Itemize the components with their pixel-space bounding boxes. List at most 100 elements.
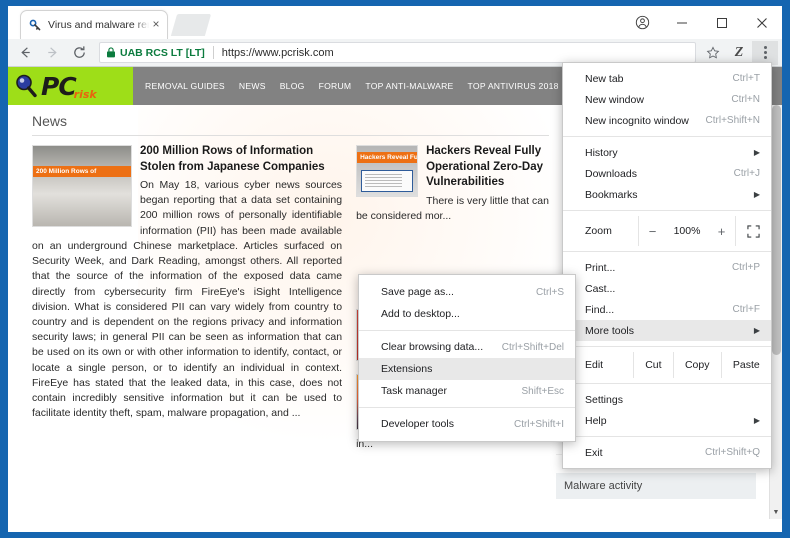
cut-button[interactable]: Cut: [633, 352, 673, 378]
menu-item-bookmarks[interactable]: Bookmarks ▶: [563, 184, 771, 205]
menu-item-label: Extensions: [381, 363, 564, 375]
back-button[interactable]: [12, 41, 39, 65]
profile-icon[interactable]: [622, 6, 662, 39]
browser-tab[interactable]: Virus and malware remov ×: [20, 10, 168, 39]
menu-item-accelerator: Ctrl+N: [731, 94, 760, 105]
extension-label: Z: [735, 45, 744, 61]
submenu-item-clear-browsing-data[interactable]: Clear browsing data... Ctrl+Shift+Del: [359, 336, 575, 358]
nav-item-forum[interactable]: FORUM: [319, 81, 352, 91]
menu-item-label: Developer tools: [381, 418, 514, 430]
magnifier-icon: [14, 73, 40, 99]
close-window-button[interactable]: [742, 6, 782, 39]
address-bar[interactable]: UAB RCS LT [LT] https://www.pcrisk.com: [99, 42, 696, 63]
sidebar-section-title: Malware activity: [556, 473, 756, 499]
menu-item-accelerator: Ctrl+Shift+N: [706, 115, 760, 126]
menu-item-label: Help: [585, 415, 748, 427]
menu-item-accelerator: Ctrl+F: [733, 304, 761, 315]
chevron-right-icon: ▶: [754, 326, 760, 335]
more-tools-submenu: Save page as... Ctrl+S Add to desktop...…: [358, 274, 576, 442]
url-text: https://www.pcrisk.com: [222, 47, 334, 59]
thumbnail-inner-graphic: [361, 170, 413, 192]
chrome-main-menu: New tab Ctrl+T New window Ctrl+N New inc…: [562, 62, 772, 469]
paste-button[interactable]: Paste: [721, 352, 771, 378]
menu-separator: [359, 407, 575, 408]
menu-item-label: Downloads: [585, 168, 734, 180]
submenu-item-save-page-as[interactable]: Save page as... Ctrl+S: [359, 281, 575, 303]
menu-item-label: New incognito window: [585, 115, 706, 127]
menu-item-label: Clear browsing data...: [381, 341, 502, 353]
nav-item-blog[interactable]: BLOG: [280, 81, 305, 91]
submenu-item-add-to-desktop[interactable]: Add to desktop...: [359, 303, 575, 325]
menu-item-label: History: [585, 147, 748, 159]
menu-item-cast[interactable]: Cast...: [563, 278, 771, 299]
close-icon[interactable]: ×: [149, 18, 163, 32]
menu-item-label: Exit: [585, 447, 705, 459]
pcrisk-logo[interactable]: PC risk: [8, 67, 133, 105]
extension-icon[interactable]: Z: [726, 41, 752, 65]
menu-separator: [563, 436, 771, 437]
window-controls: [622, 6, 782, 39]
menu-item-find[interactable]: Find... Ctrl+F: [563, 299, 771, 320]
menu-item-new-incognito-window[interactable]: New incognito window Ctrl+Shift+N: [563, 110, 771, 131]
nav-item-news[interactable]: NEWS: [239, 81, 266, 91]
menu-separator: [563, 251, 771, 252]
zoom-out-button[interactable]: −: [639, 224, 666, 239]
menu-item-new-tab[interactable]: New tab Ctrl+T: [563, 68, 771, 89]
fullscreen-icon[interactable]: [735, 216, 771, 246]
nav-item-removal-guides[interactable]: REMOVAL GUIDES: [145, 81, 225, 91]
menu-item-accelerator: Ctrl+Shift+Del: [502, 342, 564, 353]
menu-item-history[interactable]: History ▶: [563, 142, 771, 163]
article-thumbnail[interactable]: Hackers Reveal Fu: [356, 145, 418, 197]
menu-item-new-window[interactable]: New window Ctrl+N: [563, 89, 771, 110]
submenu-item-extensions[interactable]: Extensions: [359, 358, 575, 380]
maximize-button[interactable]: [702, 6, 742, 39]
menu-item-zoom: Zoom − 100% +: [563, 216, 771, 246]
security-organization: UAB RCS LT [LT]: [120, 47, 205, 59]
tab-title: Virus and malware remov: [48, 19, 149, 31]
menu-item-accelerator: Ctrl+S: [536, 287, 564, 298]
menu-item-exit[interactable]: Exit Ctrl+Shift+Q: [563, 442, 771, 463]
menu-separator: [563, 210, 771, 211]
menu-item-accelerator: Ctrl+Shift+Q: [705, 447, 760, 458]
menu-item-edit: Edit Cut Copy Paste: [563, 352, 771, 378]
menu-item-help[interactable]: Help ▶: [563, 410, 771, 431]
page-title: News: [32, 113, 549, 136]
nav-item-top-anti-malware[interactable]: TOP ANTI-MALWARE: [365, 81, 453, 91]
logo-risk-text: risk: [74, 88, 97, 101]
menu-item-print[interactable]: Print... Ctrl+P: [563, 257, 771, 278]
forward-button[interactable]: [39, 41, 66, 65]
menu-item-settings[interactable]: Settings: [563, 389, 771, 410]
menu-separator: [563, 136, 771, 137]
copy-button[interactable]: Copy: [673, 352, 721, 378]
menu-separator: [563, 383, 771, 384]
submenu-item-task-manager[interactable]: Task manager Shift+Esc: [359, 380, 575, 402]
scrollbar-thumb[interactable]: [772, 105, 781, 355]
menu-item-label: Bookmarks: [585, 189, 748, 201]
menu-item-label: New window: [585, 94, 731, 106]
chevron-right-icon: ▶: [754, 148, 760, 157]
article-column-left: 200 Million Rows of 200 Million Rows of …: [32, 144, 342, 463]
nav-item-top-antivirus-2018[interactable]: TOP ANTIVIRUS 2018: [468, 81, 559, 91]
menu-item-label: Find...: [585, 304, 733, 316]
menu-item-label: New tab: [585, 73, 733, 85]
minimize-button[interactable]: [662, 6, 702, 39]
menu-item-accelerator: Ctrl+T: [733, 73, 761, 84]
reload-button[interactable]: [66, 41, 93, 65]
zoom-label: Zoom: [585, 225, 638, 237]
new-tab-button[interactable]: [171, 14, 211, 36]
article-thumbnail[interactable]: 200 Million Rows of: [32, 145, 132, 227]
menu-item-label: Add to desktop...: [381, 308, 564, 320]
menu-item-more-tools[interactable]: More tools ▶: [563, 320, 771, 341]
scroll-down-icon[interactable]: ▼: [770, 506, 782, 519]
chevron-right-icon: ▶: [754, 416, 760, 425]
submenu-item-developer-tools[interactable]: Developer tools Ctrl+Shift+I: [359, 413, 575, 435]
article-item: Hackers Reveal Fu Hackers Reveal Fully O…: [356, 144, 549, 224]
menu-item-label: More tools: [585, 325, 748, 337]
zoom-in-button[interactable]: +: [708, 224, 735, 239]
logo-pc-text: PC: [41, 74, 76, 99]
chrome-menu-button[interactable]: [752, 41, 778, 65]
bookmark-star-icon[interactable]: [700, 41, 726, 65]
menu-item-downloads[interactable]: Downloads Ctrl+J: [563, 163, 771, 184]
menu-item-accelerator: Shift+Esc: [521, 386, 564, 397]
menu-item-label: Cast...: [585, 283, 760, 295]
